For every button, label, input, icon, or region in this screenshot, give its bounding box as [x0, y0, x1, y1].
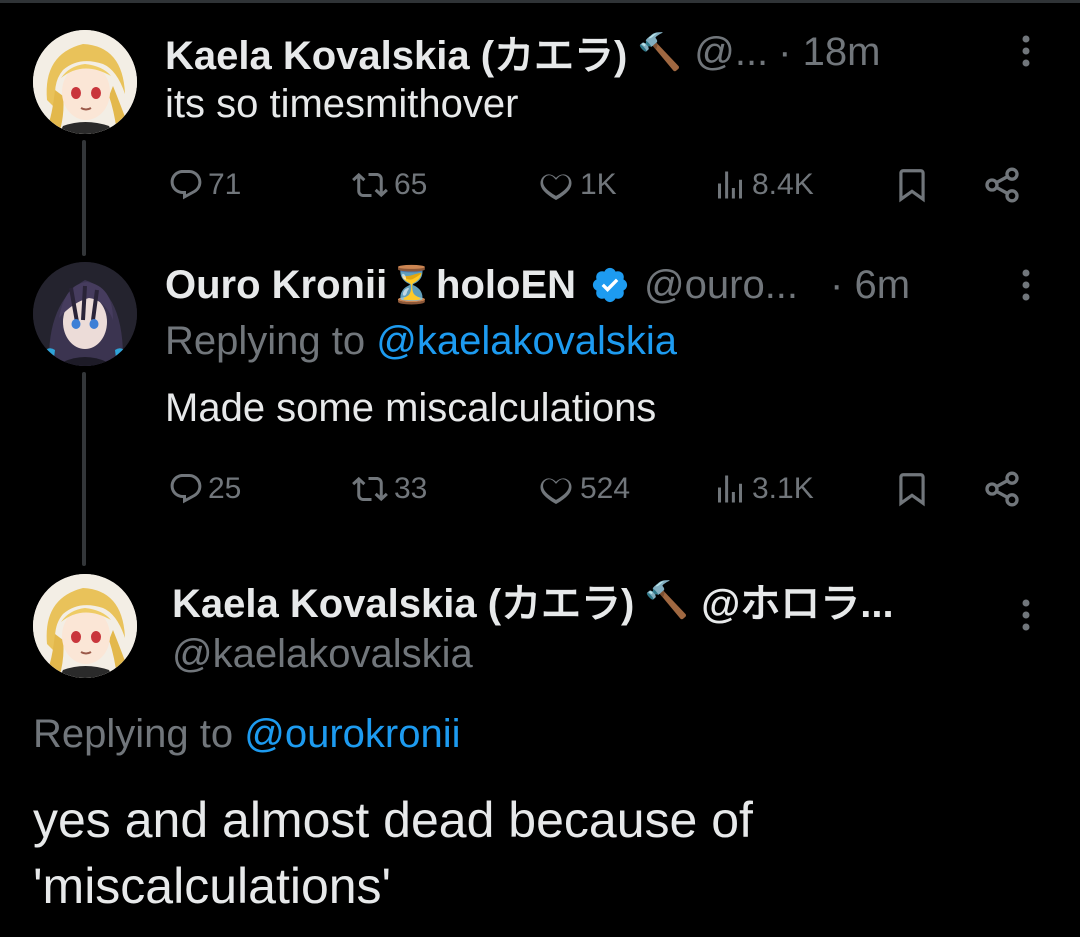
like-count: 524 [580, 472, 631, 505]
bookmark-button[interactable] [893, 162, 931, 208]
repost-icon [352, 476, 388, 502]
hammer-icon: 🔨 [644, 579, 690, 620]
repost-button[interactable]: 65 [350, 162, 427, 208]
timestamp[interactable]: · 6m [830, 263, 910, 308]
hammer-icon: 🔨 [637, 31, 683, 72]
hourglass-icon: ⏳ [389, 264, 435, 305]
views-icon [718, 475, 742, 503]
like-count: 1K [580, 168, 617, 201]
more-icon[interactable] [1018, 268, 1034, 307]
handle-alt[interactable]: @ホロラ... [701, 571, 893, 629]
focused-header: Kaela Kovalskia (カエラ) 🔨 @ホロラ... [172, 574, 894, 626]
replying-to-label: Replying to [33, 712, 245, 756]
share-icon [985, 471, 1019, 507]
views-count: 8.4K [752, 168, 814, 201]
avatar-kronii[interactable] [33, 262, 137, 366]
like-icon [540, 478, 572, 504]
focused-tweet-text: yes and almost dead because of 'miscalcu… [33, 787, 753, 919]
reply-icon [170, 474, 202, 504]
repost-button[interactable]: 33 [350, 466, 427, 512]
views-button[interactable]: 8.4K [712, 162, 814, 208]
views-icon [718, 171, 742, 199]
mention-link[interactable]: @kaelakovalskia [376, 319, 677, 363]
tweet-1-actions: 71 65 1K 8.4K [0, 162, 1080, 208]
avatar-art [33, 30, 137, 134]
views-count: 3.1K [752, 472, 814, 505]
like-icon [540, 174, 572, 200]
avatar-kaela[interactable] [33, 574, 137, 678]
reply-count: 25 [208, 472, 242, 505]
handle[interactable]: @... [694, 30, 768, 75]
text-line: yes and almost dead because of [33, 792, 753, 848]
display-name[interactable]: Ouro Kronii [165, 263, 387, 308]
views-button[interactable]: 3.1K [712, 466, 814, 512]
bookmark-icon [899, 473, 925, 507]
more-icon[interactable] [1018, 34, 1034, 73]
like-button[interactable]: 1K [536, 162, 617, 208]
avatar-art [33, 574, 137, 678]
tweet-text: Made some miscalculations [165, 386, 657, 430]
share-button[interactable] [982, 162, 1022, 208]
replying-to: Replying to @ourokronii [33, 712, 460, 757]
handle[interactable]: @ouro... [644, 263, 798, 308]
repost-count: 65 [394, 168, 428, 201]
replying-to-label: Replying to [165, 319, 377, 363]
share-icon [985, 167, 1019, 203]
like-button[interactable]: 524 [536, 466, 630, 512]
reply-button[interactable]: 25 [168, 466, 241, 512]
more-icon[interactable] [1018, 598, 1034, 637]
share-button[interactable] [982, 466, 1022, 512]
reply-count: 71 [208, 168, 242, 201]
tweet-text: its so timesmithover [165, 82, 519, 126]
reply-icon [170, 170, 202, 200]
mention-link[interactable]: @ourokronii [244, 712, 460, 756]
bookmark-button[interactable] [893, 466, 931, 512]
avatar-kaela[interactable] [33, 30, 137, 134]
text-line: 'miscalculations' [33, 858, 392, 914]
avatar-art [33, 262, 137, 366]
top-divider [0, 0, 1080, 3]
timestamp[interactable]: · 18m [778, 30, 880, 75]
replying-to: Replying to @kaelakovalskia [165, 319, 677, 364]
display-name[interactable]: Kaela Kovalskia (カエラ) [172, 571, 634, 629]
display-name[interactable]: Kaela Kovalskia (カエラ) [165, 23, 627, 81]
bookmark-icon [899, 169, 925, 203]
tweet-2-actions: 25 33 524 3.1K [0, 466, 1080, 512]
repost-icon [352, 172, 388, 198]
tweet-1-header: Kaela Kovalskia (カエラ) 🔨 @... · 18m [165, 23, 880, 81]
repost-count: 33 [394, 472, 428, 505]
verified-badge-icon [592, 267, 628, 303]
handle[interactable]: @kaelakovalskia [172, 632, 473, 677]
reply-button[interactable]: 71 [168, 162, 241, 208]
display-name-suffix[interactable]: holoEN [436, 263, 576, 308]
tweet-2-header: Ouro Kronii ⏳ holoEN @ouro... · 6m [165, 259, 910, 311]
